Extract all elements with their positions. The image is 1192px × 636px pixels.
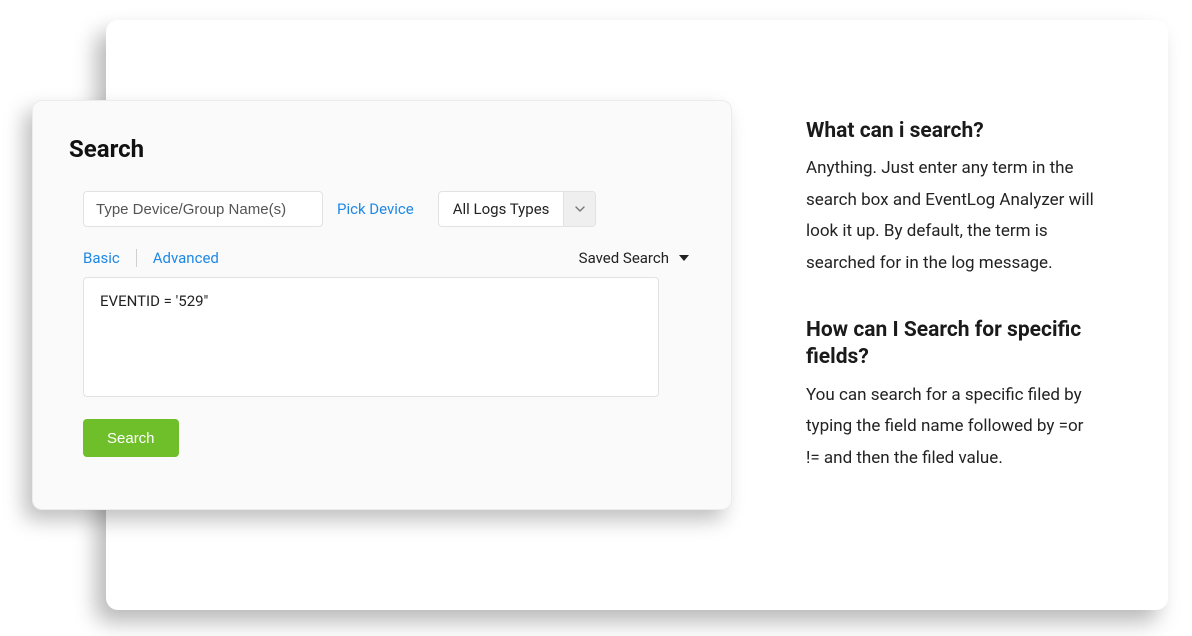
help-block-2: How can I Search for specific fields? Yo…: [806, 317, 1096, 474]
log-types-select[interactable]: All Logs Types: [438, 191, 597, 227]
saved-search-dropdown[interactable]: Saved Search: [579, 249, 695, 267]
search-query-input[interactable]: [83, 277, 659, 397]
search-mode-row: Basic Advanced Saved Search: [69, 249, 695, 267]
help-pane: What can i search? Anything. Just enter …: [806, 118, 1096, 512]
tab-advanced[interactable]: Advanced: [153, 249, 219, 267]
help-heading-2: How can I Search for specific fields?: [806, 317, 1096, 372]
device-name-input[interactable]: [83, 191, 323, 227]
help-body-2: You can search for a specific filed by t…: [806, 380, 1096, 474]
chevron-down-icon: [563, 192, 595, 226]
help-body-1: Anything. Just enter any term in the sea…: [806, 153, 1096, 279]
search-controls-row: Pick Device All Logs Types: [69, 191, 695, 227]
search-title: Search: [69, 135, 695, 163]
search-button[interactable]: Search: [83, 419, 179, 457]
tab-separator: [136, 249, 137, 267]
tab-basic[interactable]: Basic: [83, 249, 120, 267]
log-types-selected-label: All Logs Types: [439, 192, 564, 226]
saved-search-label: Saved Search: [579, 249, 669, 267]
search-panel: Search Pick Device All Logs Types Basic …: [32, 100, 732, 510]
pick-device-link[interactable]: Pick Device: [337, 200, 414, 218]
caret-down-icon: [679, 253, 689, 263]
help-heading-1: What can i search?: [806, 118, 1096, 145]
help-block-1: What can i search? Anything. Just enter …: [806, 118, 1096, 279]
